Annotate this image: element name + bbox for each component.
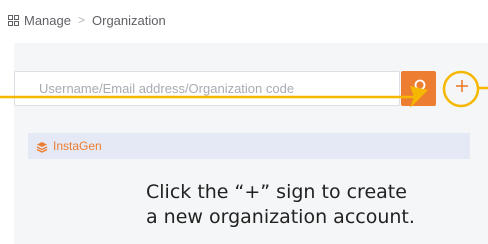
- add-organization-button[interactable]: [446, 73, 477, 104]
- breadcrumb-organization: Organization: [92, 12, 166, 28]
- search-input[interactable]: [14, 71, 400, 106]
- breadcrumb-separator: >: [77, 13, 85, 27]
- search-button[interactable]: [401, 71, 436, 106]
- breadcrumb-manage[interactable]: Manage: [24, 13, 71, 28]
- grid-icon: [8, 14, 19, 26]
- search-icon: [411, 78, 427, 99]
- organization-row[interactable]: InstaGen: [28, 133, 470, 159]
- breadcrumb: Manage > Organization: [0, 0, 488, 40]
- instruction-callout: Click the “+” sign to create a new organ…: [146, 180, 488, 230]
- stack-icon: [36, 140, 48, 153]
- callout-line-1: Click the “+” sign to create: [146, 181, 407, 203]
- organization-name: InstaGen: [53, 139, 102, 153]
- plus-icon: [454, 78, 470, 99]
- callout-line-2: a new organization account.: [146, 206, 415, 228]
